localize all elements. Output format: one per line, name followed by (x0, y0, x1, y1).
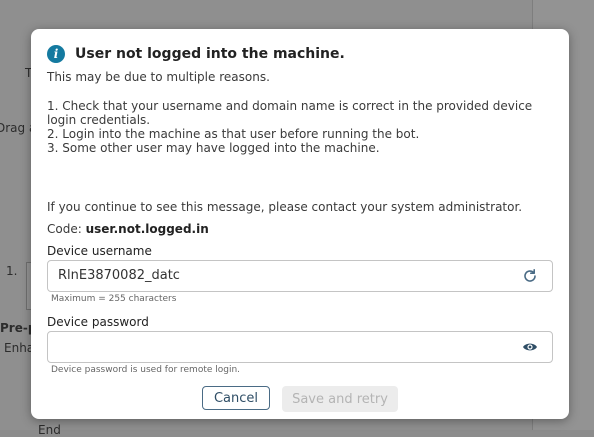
password-hint: Device password is used for remote login… (51, 365, 241, 375)
reason-item: 3. Some other user may have logged into … (47, 141, 380, 155)
background-text-6: End (38, 423, 61, 437)
password-field[interactable] (47, 331, 553, 363)
dialog-subtitle: This may be due to multiple reasons. (47, 70, 270, 84)
reason-item: 2. Login into the machine as that user b… (47, 127, 420, 141)
code-value: user.not.logged.in (85, 222, 209, 236)
background-text-5: Enha (4, 341, 35, 355)
refresh-icon[interactable] (522, 268, 538, 284)
contact-message: If you continue to see this message, ple… (47, 200, 523, 214)
error-code: Code: user.not.logged.in (47, 222, 209, 236)
info-icon: i (47, 45, 65, 63)
dialog-header: i User not logged into the machine. (47, 44, 345, 64)
cancel-button[interactable]: Cancel (202, 386, 270, 410)
reasons-list: 1. Check that your username and domain n… (47, 99, 547, 155)
save-and-retry-button[interactable]: Save and retry (282, 386, 398, 412)
reason-item: 1. Check that your username and domain n… (47, 99, 533, 127)
background-text-3: 1. (6, 264, 18, 278)
username-label: Device username (47, 244, 152, 258)
code-label: Code: (47, 222, 82, 236)
username-hint: Maximum = 255 characters (51, 294, 177, 304)
username-value: RlnE3870082_datc (58, 268, 180, 283)
error-dialog: i User not logged into the machine. This… (31, 29, 569, 419)
password-label: Device password (47, 315, 149, 329)
dialog-title: User not logged into the machine. (75, 46, 345, 62)
username-field[interactable]: RlnE3870082_datc (47, 260, 553, 292)
eye-icon[interactable] (522, 339, 538, 355)
